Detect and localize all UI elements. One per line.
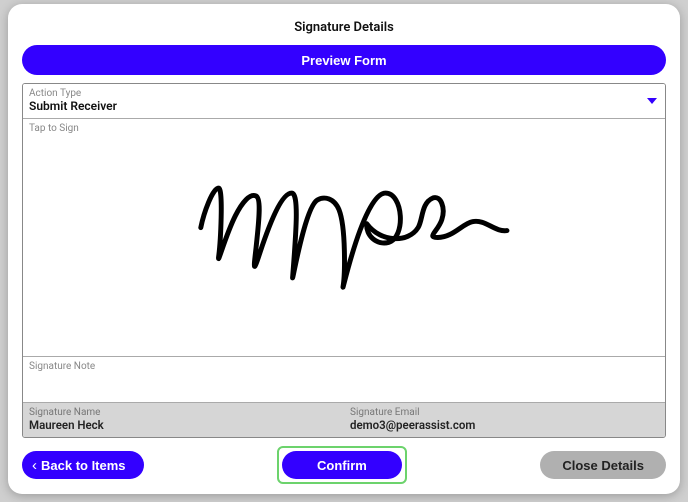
signer-info-row: Signature Name Maureen Heck Signature Em… [23, 403, 665, 437]
chevron-left-icon: ‹ [32, 457, 37, 474]
signature-canvas[interactable]: Tap to Sign [23, 119, 665, 357]
signature-name-label: Signature Name [23, 403, 344, 418]
action-type-select[interactable]: Action Type Submit Receiver [23, 84, 665, 119]
confirm-button[interactable]: Confirm [282, 451, 402, 479]
signature-details-modal: Signature Details Preview Form Action Ty… [8, 4, 680, 494]
chevron-down-icon [647, 98, 657, 104]
modal-title: Signature Details [22, 14, 666, 45]
signature-email-label: Signature Email [344, 403, 665, 418]
confirm-highlight: Confirm [277, 446, 407, 484]
signature-email-field: Signature Email demo3@peerassist.com [344, 403, 665, 437]
signature-stroke [23, 119, 665, 356]
close-details-button[interactable]: Close Details [540, 451, 666, 479]
signature-name-value: Maureen Heck [23, 418, 344, 437]
back-to-items-button[interactable]: ‹ Back to Items [22, 451, 144, 479]
back-button-label: Back to Items [41, 458, 126, 473]
signature-note-field[interactable]: Signature Note [23, 357, 665, 403]
signature-name-field: Signature Name Maureen Heck [23, 403, 344, 437]
signature-note-label: Signature Note [23, 357, 665, 372]
action-type-value: Submit Receiver [23, 99, 665, 118]
preview-form-button[interactable]: Preview Form [22, 45, 666, 75]
modal-button-bar: ‹ Back to Items Confirm Close Details [22, 446, 666, 484]
signature-panel: Action Type Submit Receiver Tap to Sign … [22, 83, 666, 438]
action-type-label: Action Type [23, 84, 665, 99]
signature-email-value: demo3@peerassist.com [344, 418, 665, 437]
signature-note-value [23, 372, 665, 377]
